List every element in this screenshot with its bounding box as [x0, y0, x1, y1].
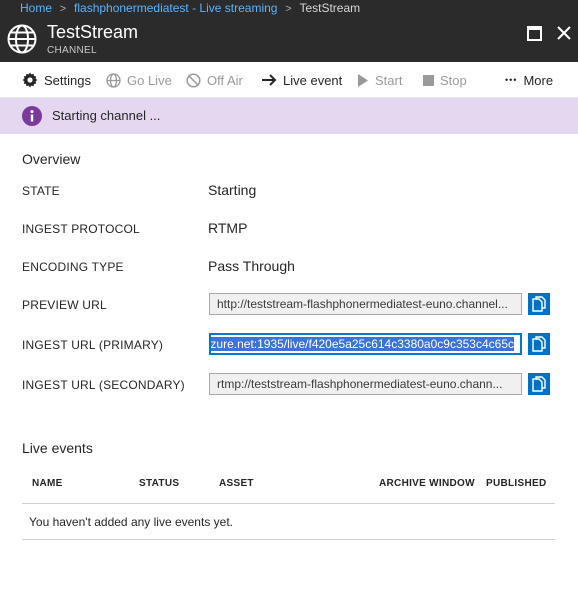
gear-icon [22, 72, 38, 88]
copy-preview-url-button[interactable] [528, 293, 550, 315]
state-value: Starting [208, 182, 257, 198]
column-header-name[interactable]: NAME [32, 478, 63, 489]
live-event-button[interactable]: Live event [261, 62, 342, 98]
breadcrumb-home[interactable]: Home [20, 1, 52, 15]
ingest-protocol-value: RTMP [208, 220, 248, 236]
off-air-button[interactable]: Off Air [186, 62, 243, 98]
globe-icon [106, 72, 121, 88]
ingest-secondary-label: INGEST URL (SECONDARY) [22, 378, 185, 392]
command-bar: Settings Go Live Off Air Live event Star… [0, 62, 578, 98]
start-button[interactable]: Start [357, 62, 402, 98]
ingest-protocol-label: INGEST PROTOCOL [22, 222, 140, 236]
ingest-primary-url-field[interactable]: zure.net:1935/live/f420e5a25c614c3380a0c… [209, 333, 522, 355]
maximize-icon[interactable] [527, 26, 542, 41]
encoding-type-value: Pass Through [208, 258, 295, 274]
ingest-primary-url-text: zure.net:1935/live/f420e5a25c614c3380a0c… [210, 337, 514, 351]
state-label: STATE [22, 184, 60, 198]
copy-ingest-primary-button[interactable] [528, 333, 550, 355]
stop-button[interactable]: Stop [423, 62, 467, 98]
table-header-divider [22, 503, 555, 504]
settings-label: Settings [44, 72, 91, 88]
more-button[interactable]: ••• More [505, 62, 553, 98]
settings-button[interactable]: Settings [22, 62, 91, 98]
more-label: More [523, 72, 554, 88]
column-header-published[interactable]: PUBLISHED [486, 478, 546, 489]
notification-text: Starting channel ... [52, 108, 161, 123]
preview-url-label: PREVIEW URL [22, 298, 107, 312]
stop-label: Stop [440, 72, 467, 88]
overview-heading: Overview [22, 151, 81, 167]
close-icon[interactable] [556, 25, 572, 41]
arrow-right-icon [262, 74, 277, 86]
ingest-secondary-url-field[interactable]: rtmp://teststream-flashphonermediatest-e… [209, 373, 522, 395]
block-icon [186, 72, 201, 88]
page-title: TestStream [47, 22, 139, 42]
ingest-primary-label: INGEST URL (PRIMARY) [22, 338, 164, 352]
breadcrumb-separator: > [285, 3, 292, 15]
copy-ingest-secondary-button[interactable] [528, 373, 550, 395]
breadcrumb-separator: > [59, 3, 67, 15]
copy-icon [532, 336, 546, 352]
breadcrumb-live-streaming[interactable]: flashphonermediatest - Live streaming [74, 1, 277, 15]
preview-url-field[interactable]: http://teststream-flashphonermediatest-e… [209, 293, 522, 315]
column-header-status[interactable]: STATUS [139, 478, 179, 489]
more-icon: ••• [505, 75, 518, 85]
copy-icon [532, 296, 546, 312]
encoding-type-label: ENCODING TYPE [22, 260, 124, 274]
live-event-label: Live event [283, 72, 343, 88]
copy-icon [532, 376, 546, 392]
page-subtitle: CHANNEL [47, 45, 97, 56]
play-icon [358, 73, 368, 87]
live-events-heading: Live events [22, 440, 93, 456]
globe-icon [7, 24, 37, 54]
info-icon [22, 106, 42, 126]
table-bottom-divider [22, 539, 555, 540]
column-header-archive-window[interactable]: ARCHIVE WINDOW [379, 478, 475, 489]
stop-icon [423, 74, 434, 86]
empty-state-message: You haven't added any live events yet. [29, 515, 233, 529]
go-live-button[interactable]: Go Live [106, 62, 172, 98]
start-label: Start [375, 72, 403, 88]
off-air-label: Off Air [207, 72, 243, 88]
column-header-asset[interactable]: ASSET [219, 478, 254, 489]
blade-header: TestStream CHANNEL [0, 17, 578, 62]
breadcrumb: Home > flashphonermediatest - Live streami… [0, 0, 578, 17]
status-notification: Starting channel ... [0, 98, 578, 134]
breadcrumb-current: TestStream [299, 1, 361, 15]
go-live-label: Go Live [127, 72, 172, 88]
